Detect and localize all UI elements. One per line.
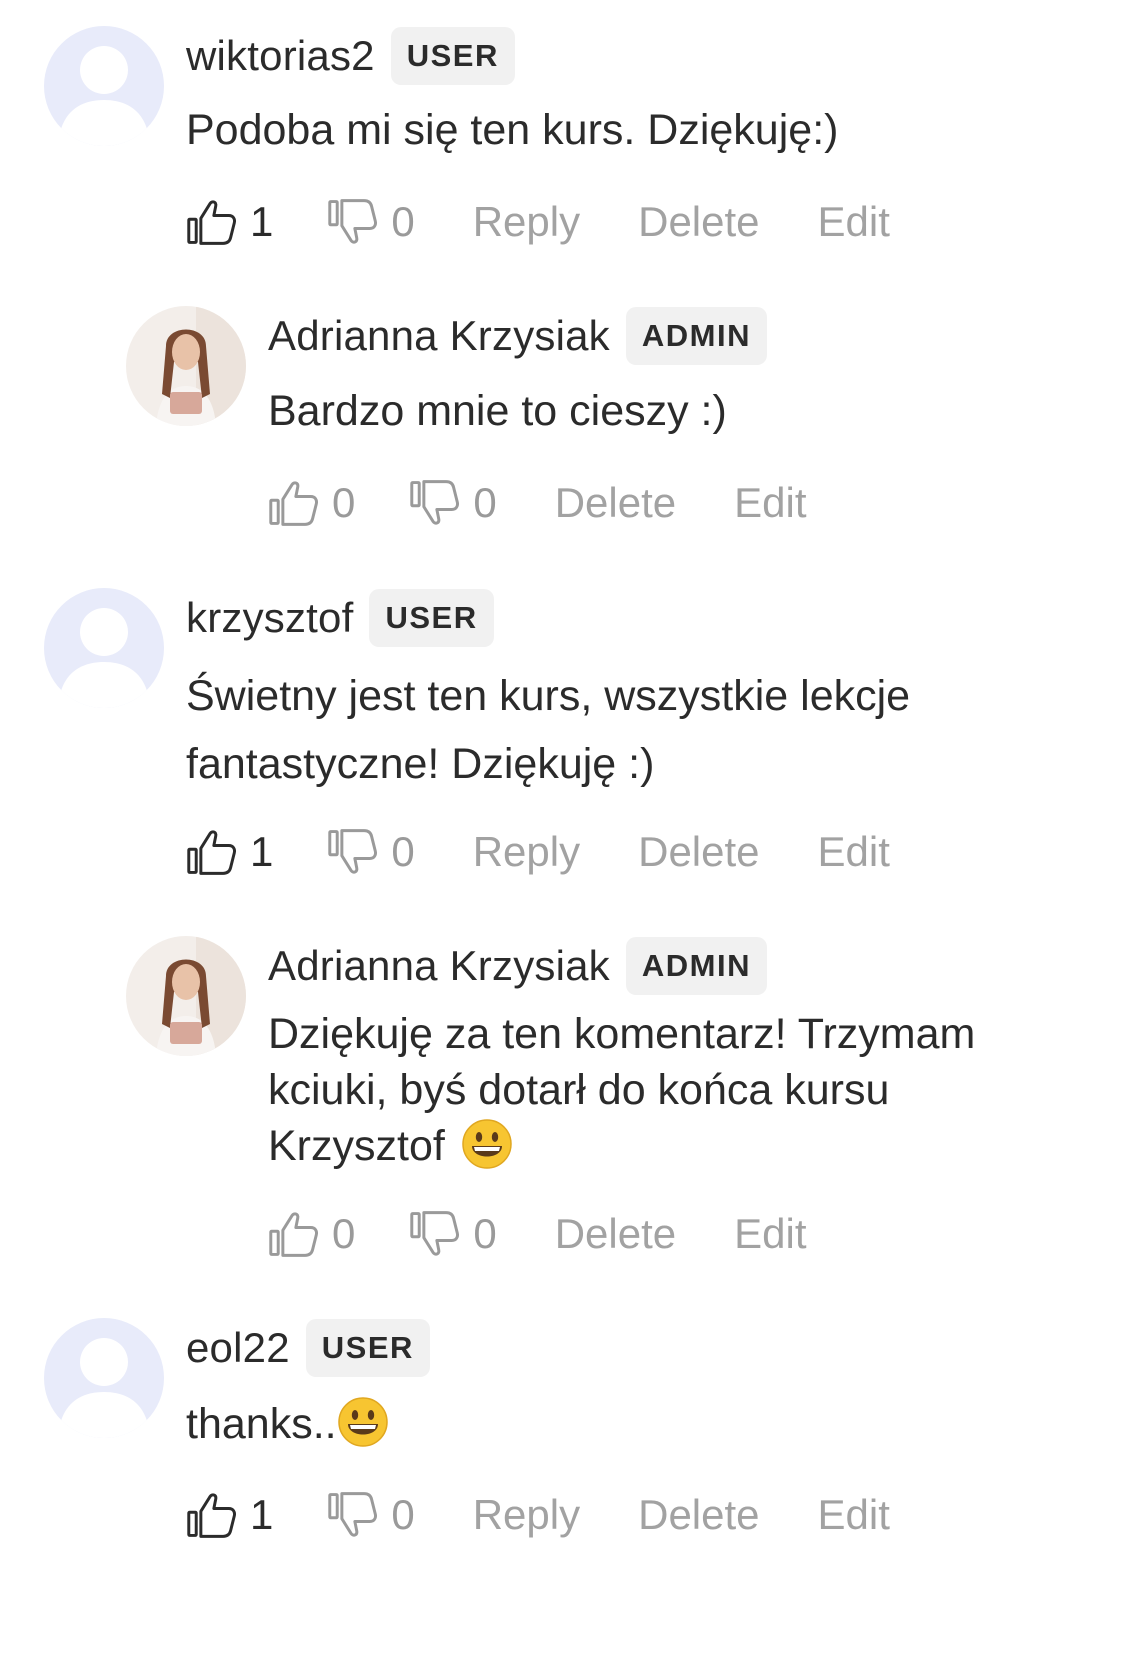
- delete-button[interactable]: Delete: [555, 479, 676, 527]
- dislike-button[interactable]: 0: [409, 477, 497, 529]
- comment-text: Podoba mi się ten kurs. Dziękuję:): [186, 100, 838, 160]
- grinning-face-icon: [337, 1396, 389, 1448]
- comment-text: Świetny jest ten kurs, wszystkie lekcje …: [186, 662, 910, 798]
- thumbs-up-icon: [186, 1489, 238, 1541]
- thumbs-down-icon: [327, 826, 379, 878]
- like-button[interactable]: 1: [186, 826, 273, 878]
- dislike-count: 0: [391, 1491, 415, 1538]
- dislike-count: 0: [391, 828, 415, 875]
- delete-button[interactable]: Delete: [638, 198, 759, 246]
- thumbs-down-icon: [409, 477, 461, 529]
- comment-actions: 1 0 Reply Delete Edit: [186, 192, 890, 252]
- edit-button[interactable]: Edit: [734, 479, 806, 527]
- comment-author[interactable]: krzysztof: [186, 594, 353, 642]
- admin-photo-avatar: [126, 936, 246, 1056]
- role-badge: USER: [305, 1319, 430, 1377]
- comment-actions: 1 0 Reply Delete Edit: [186, 822, 890, 882]
- comment-text-line: Świetny jest ten kurs, wszystkie lekcje: [186, 672, 911, 720]
- dislike-button[interactable]: 0: [327, 1489, 415, 1541]
- like-button[interactable]: 1: [186, 1489, 273, 1541]
- comment-actions: 1 0 Reply Delete Edit: [186, 1485, 890, 1545]
- like-count: 0: [332, 1210, 356, 1257]
- comment-text-fragment: Krzysztof: [268, 1122, 445, 1170]
- comment-text-content: Podoba mi się ten kurs. Dziękuję:): [186, 106, 839, 154]
- thumbs-up-icon: [268, 477, 320, 529]
- admin-avatar[interactable]: [126, 306, 246, 426]
- role-badge: USER: [390, 27, 515, 85]
- comment-text-content: thanks..: [186, 1400, 337, 1448]
- like-button[interactable]: 1: [186, 196, 273, 248]
- comment-text-line: fantastyczne! Dziękuję :): [186, 740, 655, 788]
- dislike-count: 0: [473, 479, 497, 526]
- grinning-face-icon: [461, 1118, 513, 1170]
- delete-button[interactable]: Delete: [638, 828, 759, 876]
- role-badge: ADMIN: [625, 307, 767, 365]
- user-avatar[interactable]: [44, 588, 164, 708]
- comment-text-line: kciuki, byś dotarł do końca kursu: [268, 1066, 890, 1114]
- edit-button[interactable]: Edit: [818, 198, 890, 246]
- reply-button[interactable]: Reply: [473, 1491, 580, 1539]
- reply-button[interactable]: Reply: [473, 198, 580, 246]
- user-avatar[interactable]: [44, 26, 164, 146]
- comment-text-line: Krzysztof: [268, 1118, 975, 1174]
- edit-button[interactable]: Edit: [818, 1491, 890, 1539]
- delete-button[interactable]: Delete: [638, 1491, 759, 1539]
- like-count: 1: [250, 1491, 274, 1538]
- like-button[interactable]: 0: [268, 477, 355, 529]
- dislike-count: 0: [391, 198, 415, 245]
- comment-text: Dziękuję za ten komentarz! Trzymam kciuk…: [268, 1006, 975, 1174]
- comment-author[interactable]: eol22: [186, 1324, 290, 1372]
- comment-actions: 0 0 Delete Edit: [268, 1204, 807, 1264]
- dislike-button[interactable]: 0: [327, 196, 415, 248]
- admin-photo-avatar: [126, 306, 246, 426]
- comment-text-line: Dziękuję za ten komentarz! Trzymam: [268, 1010, 976, 1058]
- reply-button[interactable]: Reply: [473, 828, 580, 876]
- comment-text: thanks..: [186, 1394, 389, 1454]
- thumbs-down-icon: [327, 196, 379, 248]
- comment-author[interactable]: Adrianna Krzysiak: [268, 312, 610, 360]
- default-avatar-icon: [44, 26, 164, 146]
- delete-button[interactable]: Delete: [555, 1210, 676, 1258]
- user-avatar[interactable]: [44, 1318, 164, 1438]
- like-count: 1: [250, 828, 274, 875]
- comment-author[interactable]: wiktorias2: [186, 32, 375, 80]
- like-button[interactable]: 0: [268, 1208, 355, 1260]
- role-badge: ADMIN: [625, 937, 767, 995]
- thumbs-up-icon: [186, 826, 238, 878]
- edit-button[interactable]: Edit: [818, 828, 890, 876]
- like-count: 1: [250, 198, 274, 245]
- role-badge: USER: [369, 589, 494, 647]
- admin-avatar[interactable]: [126, 936, 246, 1056]
- dislike-button[interactable]: 0: [409, 1208, 497, 1260]
- default-avatar-icon: [44, 1318, 164, 1438]
- like-count: 0: [332, 479, 356, 526]
- edit-button[interactable]: Edit: [734, 1210, 806, 1258]
- dislike-button[interactable]: 0: [327, 826, 415, 878]
- thumbs-down-icon: [327, 1489, 379, 1541]
- comment-actions: 0 0 Delete Edit: [268, 473, 807, 533]
- comment-text-content: Bardzo mnie to cieszy :): [268, 387, 727, 435]
- thumbs-down-icon: [409, 1208, 461, 1260]
- comment-text: Bardzo mnie to cieszy :): [268, 381, 727, 441]
- thumbs-up-icon: [186, 196, 238, 248]
- thumbs-up-icon: [268, 1208, 320, 1260]
- comment-author[interactable]: Adrianna Krzysiak: [268, 942, 610, 990]
- dislike-count: 0: [473, 1210, 497, 1257]
- default-avatar-icon: [44, 588, 164, 708]
